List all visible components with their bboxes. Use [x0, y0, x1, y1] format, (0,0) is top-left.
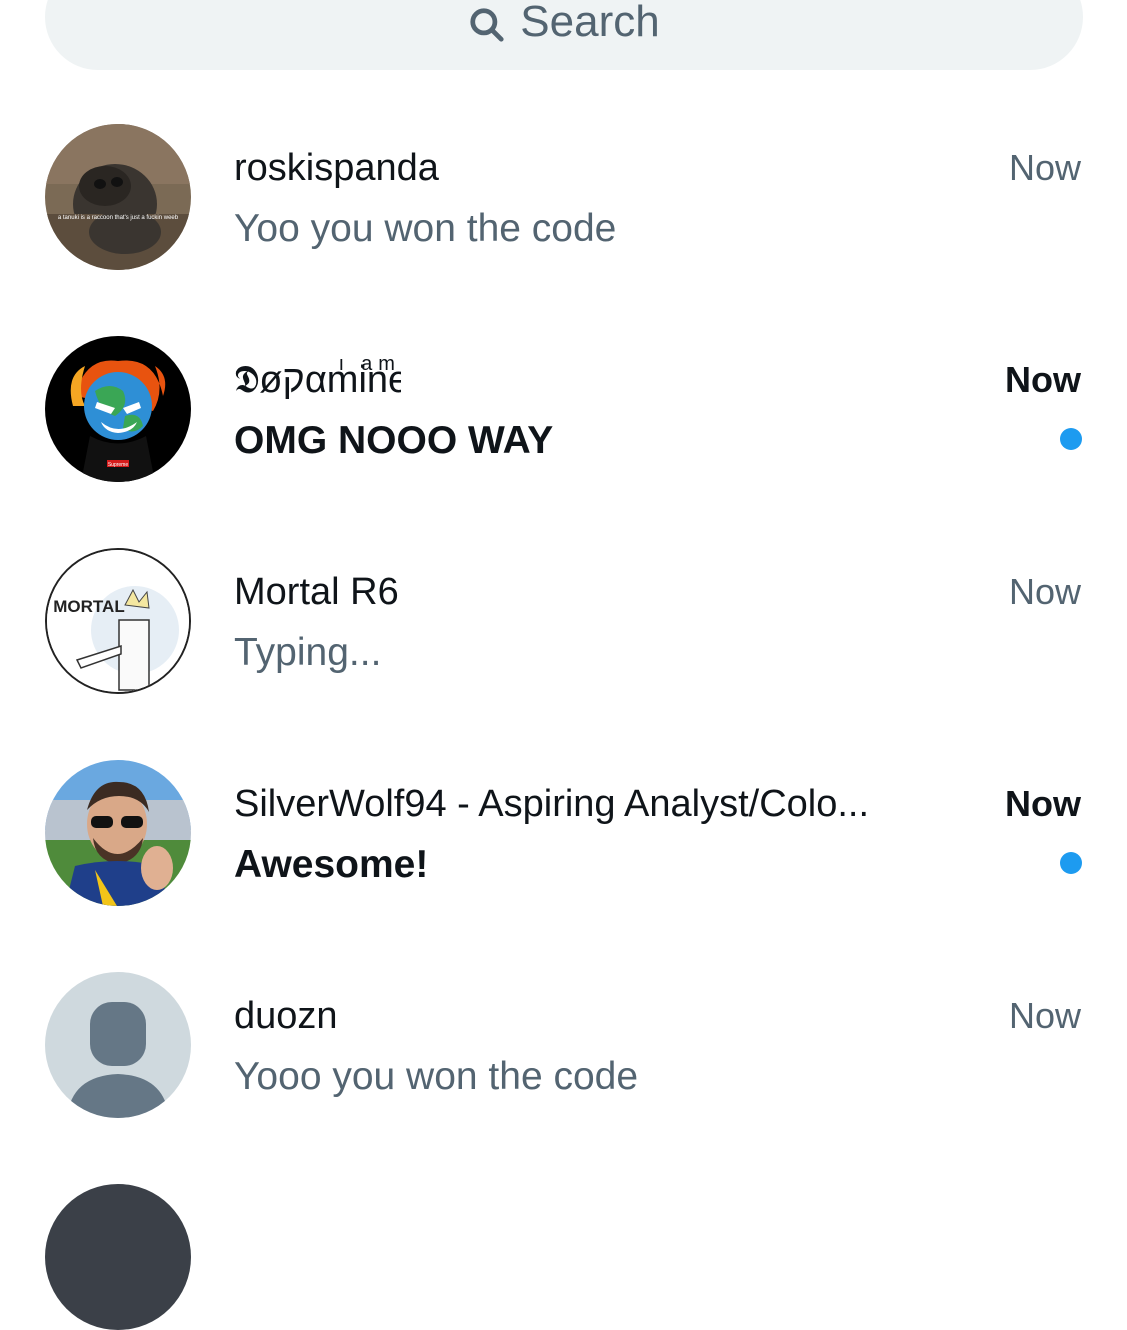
conversation-preview: Awesome!: [234, 843, 429, 886]
avatar-caption: MORTAL: [53, 597, 124, 616]
conversation-item[interactable]: SilverWolf94 - Aspiring Analyst/Colo... …: [0, 736, 1127, 948]
search-placeholder: Search: [520, 0, 660, 46]
raccoon-avatar-image: a tanuki is a raccoon that's just a fuck…: [45, 124, 191, 270]
avatar-dopamine[interactable]: Supreme: [45, 336, 191, 482]
conversation-item[interactable]: duozn Now Yooo you won the code: [0, 948, 1127, 1160]
avatar-mortal-r6[interactable]: MORTAL: [45, 548, 191, 694]
avatar-silverwolf94[interactable]: [45, 760, 191, 906]
conversation-preview: Typing...: [234, 631, 382, 674]
conversation-name: Mortal R6: [234, 571, 399, 613]
avatar-partial-next[interactable]: [45, 1184, 191, 1330]
globe-character-avatar-image: Supreme: [45, 336, 191, 482]
conversation-item[interactable]: a tanuki is a raccoon that's just a fuck…: [0, 100, 1127, 312]
conversation-name: 𝕯øקαminei am: [234, 358, 401, 404]
conversation-name: SilverWolf94 - Aspiring Analyst/Colo...: [234, 783, 870, 825]
conversation-time: Now: [1008, 147, 1081, 188]
unread-dot: [1060, 852, 1082, 874]
conversation-item[interactable]: MORTAL Mortal R6 Now Typing...: [0, 524, 1127, 736]
conversation-time: Now: [1008, 995, 1081, 1036]
person-stadium-avatar-image: [45, 760, 191, 906]
avatar-roskispanda[interactable]: a tanuki is a raccoon that's just a fuck…: [45, 124, 191, 270]
avatar-caption: a tanuki is a raccoon that's just a fuck…: [58, 215, 179, 221]
mortal-avatar-image: MORTAL: [47, 550, 189, 692]
conversation-name: roskispanda: [234, 147, 439, 189]
conversation-preview: Yooo you won the code: [234, 1055, 639, 1098]
name-superscript: i am: [339, 358, 401, 375]
conversation-preview: Yoo you won the code: [234, 207, 617, 250]
conversation-preview: OMG NOOO WAY: [234, 419, 554, 462]
conversation-item[interactable]: Supreme 𝕯øקαminei am Now OMG NOOO WAY: [0, 312, 1127, 524]
search-bar[interactable]: Search: [45, 0, 1083, 70]
avatar-caption: Supreme: [108, 462, 129, 468]
avatar-duozn[interactable]: [45, 972, 191, 1118]
default-profile-icon: [45, 972, 191, 1118]
conversation-name: duozn: [234, 995, 338, 1037]
conversation-time: Now: [1005, 359, 1081, 400]
conversation-time: Now: [1008, 571, 1081, 612]
unread-dot: [1060, 428, 1082, 450]
conversation-time: Now: [1005, 783, 1081, 824]
search-icon: [470, 8, 504, 42]
